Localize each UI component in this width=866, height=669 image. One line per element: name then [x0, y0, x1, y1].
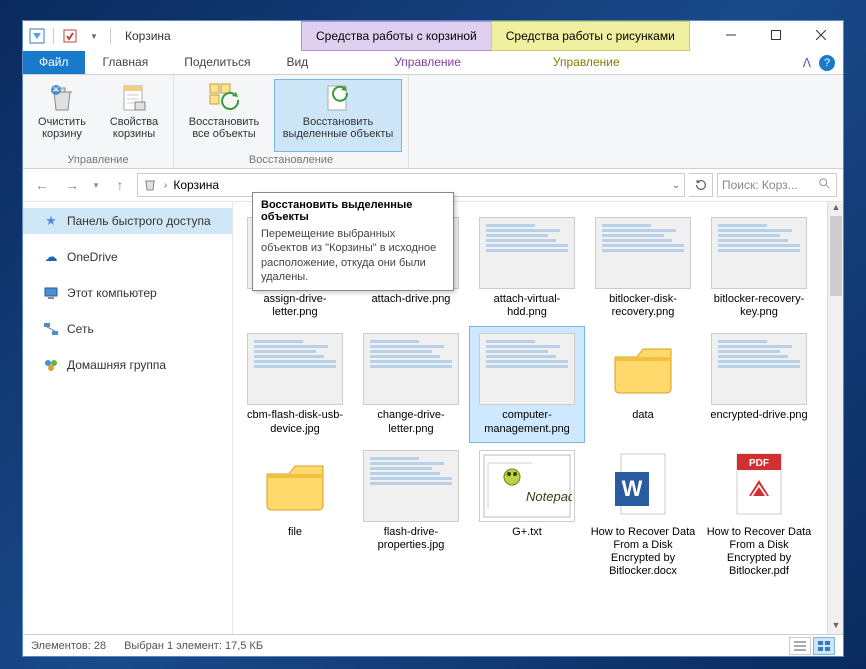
file-item[interactable]: change-drive-letter.png	[353, 326, 469, 442]
restore-all-icon	[208, 82, 240, 114]
view-details-button[interactable]	[789, 637, 811, 655]
file-item[interactable]: PDF How to Recover Data From a Disk Encry…	[701, 443, 817, 586]
tooltip-body: Перемещение выбранных объектов из "Корзи…	[261, 227, 445, 284]
recycle-bin-small-icon	[142, 176, 158, 195]
network-icon	[43, 321, 59, 337]
properties-sheet-icon	[118, 82, 150, 114]
tooltip-title: Восстановить выделенные объекты	[261, 199, 445, 223]
recycle-properties-button[interactable]: Свойства корзины	[101, 79, 167, 152]
svg-text:PDF: PDF	[749, 458, 769, 469]
ribbon-group-manage: Очистить корзину Свойства корзины Управл…	[23, 75, 174, 168]
file-item[interactable]: file	[237, 443, 353, 586]
file-item[interactable]: cbm-flash-disk-usb-device.jpg	[237, 326, 353, 442]
explorer-window: ▼ Корзина Средства работы с корзиной Сре…	[22, 20, 844, 657]
quick-access-toolbar: ▼	[23, 26, 117, 46]
restore-selected-button[interactable]: Восстановить выделенные объекты	[274, 79, 402, 152]
help-icon[interactable]: ?	[819, 55, 835, 71]
qat-dropdown-icon[interactable]: ▼	[84, 26, 104, 46]
star-icon: ★	[43, 213, 59, 229]
file-label: bitlocker-disk-recovery.png	[590, 293, 696, 319]
vertical-scrollbar[interactable]: ▲ ▼	[827, 202, 843, 634]
address-dropdown-icon[interactable]: ⌄	[672, 180, 680, 191]
file-label: file	[288, 526, 302, 539]
file-label: bitlocker-recovery-key.png	[706, 293, 812, 319]
file-label: change-drive-letter.png	[358, 409, 464, 435]
navigation-pane: ★ Панель быстрого доступа ☁ OneDrive Это…	[23, 202, 233, 634]
file-item[interactable]: flash-drive-properties.jpg	[353, 443, 469, 586]
ribbon-tabstrip: Файл Главная Поделиться Вид Управление У…	[23, 51, 843, 75]
empty-recycle-button[interactable]: Очистить корзину	[29, 79, 95, 152]
restore-selected-icon	[322, 82, 354, 114]
tab-manage-pictures[interactable]: Управление	[505, 51, 668, 74]
close-button[interactable]	[798, 21, 843, 49]
properties-icon[interactable]	[60, 26, 80, 46]
window-title: Корзина	[125, 29, 171, 43]
status-count: Элементов: 28	[31, 640, 106, 652]
file-label: G+.txt	[512, 526, 542, 539]
statusbar: Элементов: 28 Выбран 1 элемент: 17,5 КБ	[23, 634, 843, 656]
tooltip: Восстановить выделенные объекты Перемеще…	[252, 192, 454, 291]
file-item[interactable]: encrypted-drive.png	[701, 326, 817, 442]
restore-all-button[interactable]: Восстановить все объекты	[180, 79, 268, 152]
file-item[interactable]: bitlocker-recovery-key.png	[701, 210, 817, 326]
ribbon: Очистить корзину Свойства корзины Управл…	[23, 75, 843, 169]
search-input[interactable]: Поиск: Корз...	[717, 173, 837, 197]
back-button[interactable]: ←	[29, 172, 55, 198]
tab-manage-recycle[interactable]: Управление	[350, 51, 505, 74]
file-label: encrypted-drive.png	[710, 409, 807, 422]
tab-home[interactable]: Главная	[85, 51, 167, 74]
scrollbar-thumb[interactable]	[830, 216, 842, 296]
tab-share[interactable]: Поделиться	[166, 51, 268, 74]
ribbon-group-restore: Восстановить все объекты Восстановить вы…	[174, 75, 409, 168]
titlebar: ▼ Корзина Средства работы с корзиной Сре…	[23, 21, 843, 51]
view-icons-button[interactable]	[813, 637, 835, 655]
file-label: attach-virtual-hdd.png	[474, 293, 580, 319]
context-tab-pictures[interactable]: Средства работы с рисунками	[491, 21, 690, 51]
computer-icon	[43, 285, 59, 301]
file-label: attach-drive.png	[372, 293, 451, 306]
nav-network[interactable]: Сеть	[23, 316, 232, 342]
tab-view[interactable]: Вид	[268, 51, 326, 74]
file-item[interactable]: data	[585, 326, 701, 442]
file-label: flash-drive-properties.jpg	[358, 526, 464, 552]
cloud-icon: ☁	[43, 249, 59, 265]
minimize-button[interactable]	[708, 21, 753, 49]
file-label: data	[632, 409, 653, 422]
file-label: assign-drive-letter.png	[242, 293, 348, 319]
homegroup-icon	[43, 357, 59, 373]
file-label: cbm-flash-disk-usb-device.jpg	[242, 409, 348, 435]
maximize-button[interactable]	[753, 21, 798, 49]
status-selection: Выбран 1 элемент: 17,5 КБ	[124, 640, 263, 652]
file-item[interactable]: bitlocker-disk-recovery.png	[585, 210, 701, 326]
collapse-ribbon-icon[interactable]: ᐱ	[803, 56, 811, 70]
search-placeholder: Поиск: Корз...	[722, 178, 798, 192]
breadcrumb-location: Корзина	[173, 178, 219, 192]
context-tab-recycle[interactable]: Средства работы с корзиной	[301, 21, 492, 51]
file-label: How to Recover Data From a Disk Encrypte…	[706, 526, 812, 579]
file-item[interactable]: computer-management.png	[469, 326, 585, 442]
recent-dropdown[interactable]: ▾	[89, 172, 103, 198]
file-label: computer-management.png	[474, 409, 580, 435]
svg-text:W: W	[622, 476, 643, 501]
nav-thispc[interactable]: Этот компьютер	[23, 280, 232, 306]
svg-text:Notepad++: Notepad++	[526, 489, 572, 504]
refresh-button[interactable]	[689, 173, 713, 197]
nav-onedrive[interactable]: ☁ OneDrive	[23, 244, 232, 270]
nav-homegroup[interactable]: Домашняя группа	[23, 352, 232, 378]
forward-button[interactable]: →	[59, 172, 85, 198]
file-item[interactable]: W How to Recover Data From a Disk Encrypt…	[585, 443, 701, 586]
tab-file[interactable]: Файл	[23, 51, 85, 74]
recycle-empty-icon	[46, 82, 78, 114]
search-icon	[818, 177, 832, 194]
file-item[interactable]: attach-virtual-hdd.png	[469, 210, 585, 326]
up-button[interactable]: ↑	[107, 172, 133, 198]
recycle-bin-icon[interactable]	[27, 26, 47, 46]
nav-quick-access[interactable]: ★ Панель быстрого доступа	[23, 208, 232, 234]
file-item[interactable]: Notepad++ G+.txt	[469, 443, 585, 586]
file-label: How to Recover Data From a Disk Encrypte…	[590, 526, 696, 579]
